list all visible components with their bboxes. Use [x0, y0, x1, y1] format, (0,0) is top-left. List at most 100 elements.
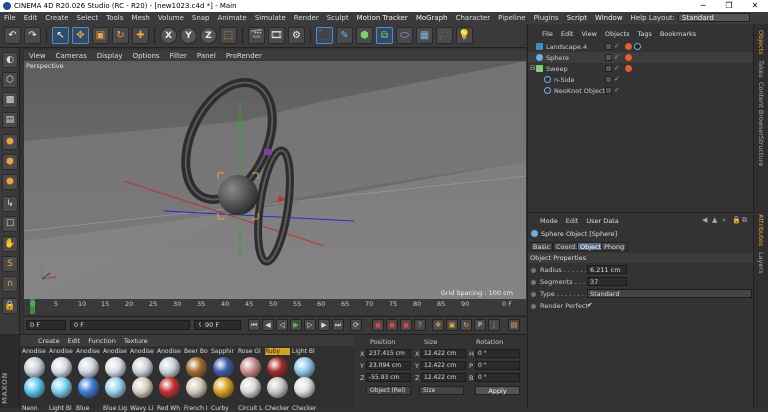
strip-tab-objects[interactable]: Objects — [757, 30, 765, 55]
deformer-icon[interactable]: ⬭ — [396, 27, 413, 44]
material-swatch[interactable] — [294, 377, 315, 398]
material-swatch[interactable] — [105, 357, 126, 378]
scale-key-icon[interactable]: ▣ — [446, 319, 458, 331]
object-row-sphere[interactable]: Sphere ✓ — [528, 52, 754, 63]
menu-snap[interactable]: Snap — [188, 14, 214, 22]
material-swatch[interactable] — [132, 377, 153, 398]
cube-icon[interactable]: ⬛ — [316, 27, 333, 44]
grid-key-icon[interactable]: ⋮ — [488, 319, 500, 331]
viewport-menu-cameras[interactable]: Cameras — [51, 52, 92, 60]
keyframe-dot[interactable] — [531, 280, 536, 285]
material-menu-function[interactable]: Function — [84, 337, 120, 345]
strip-tab-layers[interactable]: Layers — [757, 252, 765, 274]
timeline-ruler[interactable]: 0 5 10 15 20 25 30 35 40 45 50 55 60 65 … — [24, 299, 526, 315]
menu-pipeline[interactable]: Pipeline — [494, 14, 529, 22]
model-mode-icon[interactable]: ⬡ — [2, 72, 18, 88]
material-swatch[interactable] — [24, 377, 45, 398]
play-icon[interactable]: ▶ — [290, 319, 302, 331]
strip-tab-content-browser[interactable]: Content Browser — [757, 82, 765, 136]
type-dropdown[interactable]: Standard — [587, 289, 752, 298]
menu-tools[interactable]: Tools — [102, 14, 127, 22]
size-x-field[interactable]: 12.422 cm — [421, 349, 466, 358]
perspective-viewport[interactable]: Perspective Grid Spacing : 100 cm — [24, 61, 526, 299]
visibility-check-icon[interactable]: ✓ — [614, 75, 620, 83]
strip-tab-structure[interactable]: Structure — [757, 136, 765, 166]
points-mode-icon[interactable]: ⬢ — [2, 134, 18, 150]
solo-icon[interactable]: S — [2, 256, 18, 272]
menu-volume[interactable]: Volume — [154, 14, 188, 22]
make-editable-icon[interactable]: ◐ — [2, 52, 18, 68]
render-view-icon[interactable]: 🎬 — [248, 27, 265, 44]
attr-menu-edit[interactable]: Edit — [562, 217, 583, 225]
texture-mode-icon[interactable]: ▩ — [2, 92, 18, 108]
visibility-check-icon[interactable]: ✓ — [614, 53, 620, 61]
menu-file[interactable]: File — [0, 14, 20, 22]
rot-b-field[interactable]: 0 ° — [475, 373, 520, 382]
search-icon[interactable]: ⌕ — [722, 216, 726, 225]
enable-snap-icon[interactable]: ✋ — [2, 236, 18, 252]
objects-menu-file[interactable]: File — [538, 30, 557, 38]
material-menu-texture[interactable]: Texture — [120, 337, 152, 345]
workplane-icon[interactable]: ▤ — [2, 112, 18, 128]
viewport-menu-display[interactable]: Display — [92, 52, 128, 60]
rotate-key-icon[interactable]: ↻ — [460, 319, 472, 331]
back-arrow-icon[interactable]: ◀ — [702, 216, 707, 224]
menu-mograph[interactable]: MoGraph — [412, 14, 452, 22]
previous-keyframe-icon[interactable]: ◀ — [262, 319, 274, 331]
menu-script[interactable]: Script — [563, 14, 591, 22]
layer-flag[interactable] — [605, 54, 612, 61]
material-swatch[interactable] — [132, 357, 153, 378]
objects-menu-bookmarks[interactable]: Bookmarks — [656, 30, 700, 38]
material-swatch[interactable] — [78, 377, 99, 398]
object-row-sweep[interactable]: ⊟ Sweep ✓ — [528, 63, 754, 74]
material-swatch[interactable] — [159, 357, 180, 378]
autokey-icon[interactable]: ● — [386, 319, 398, 331]
z-axis-lock-icon[interactable]: Z — [200, 27, 217, 44]
menu-create[interactable]: Create — [41, 14, 72, 22]
attr-menu-user-data[interactable]: User Data — [582, 217, 622, 225]
pos-z-field[interactable]: -55.93 cm — [366, 373, 411, 382]
objects-menu-view[interactable]: View — [577, 30, 600, 38]
subdivision-icon[interactable]: ⬢ — [356, 27, 373, 44]
go-to-end-icon[interactable]: ⏭ — [332, 319, 344, 331]
up-arrow-icon[interactable]: ▲ — [712, 216, 717, 224]
visibility-check-icon[interactable]: ✓ — [614, 42, 620, 50]
render-settings-icon[interactable]: ⚙ — [288, 27, 305, 44]
live-selection-icon[interactable]: ✚ — [132, 27, 149, 44]
material-swatch[interactable] — [186, 357, 207, 378]
rot-h-field[interactable]: 0 ° — [475, 349, 520, 358]
size-mode-dropdown[interactable]: Size — [419, 386, 464, 395]
objects-menu-objects[interactable]: Objects — [601, 30, 634, 38]
move-icon[interactable]: ✥ — [72, 27, 89, 44]
tag-icon[interactable] — [625, 43, 632, 50]
start-frame-field[interactable]: 0 F — [26, 320, 66, 330]
record-icon[interactable]: ● — [372, 319, 384, 331]
axis-mode-icon[interactable]: ↳ — [2, 196, 18, 212]
material-swatch[interactable] — [105, 377, 126, 398]
strip-tab-takes[interactable]: Takes — [757, 60, 765, 78]
x-axis-lock-icon[interactable]: X — [160, 27, 177, 44]
menu-animate[interactable]: Animate — [214, 14, 251, 22]
camera-icon[interactable]: 🎥 — [436, 27, 453, 44]
segments-field[interactable]: 37 — [587, 277, 627, 286]
object-row-landscape[interactable]: Landscape.4 ✓ — [528, 41, 754, 52]
menu-help[interactable]: Help — [627, 14, 651, 22]
menu-mesh[interactable]: Mesh — [127, 14, 153, 22]
keyframe-dot[interactable] — [531, 268, 536, 273]
tweak-mode-icon[interactable]: ☐ — [2, 216, 18, 232]
rot-p-field[interactable]: 0 ° — [475, 361, 520, 370]
viewport-menu-filter[interactable]: Filter — [165, 52, 192, 60]
size-z-field[interactable]: 12.422 cm — [421, 373, 466, 382]
scale-icon[interactable]: ▣ — [92, 27, 109, 44]
magnet-icon[interactable]: ∩ — [2, 276, 18, 292]
rotate-icon[interactable]: ↻ — [112, 27, 129, 44]
material-menu-edit[interactable]: Edit — [64, 337, 85, 345]
tab-phong[interactable]: Phong — [601, 242, 628, 251]
end-frame-field[interactable]: 90 F — [201, 320, 241, 330]
go-to-start-icon[interactable]: ⏮ — [248, 319, 260, 331]
objects-menu-edit[interactable]: Edit — [557, 30, 578, 38]
move-key-icon[interactable]: ✥ — [432, 319, 444, 331]
viewport-menu-panel[interactable]: Panel — [192, 52, 221, 60]
material-swatch[interactable] — [240, 377, 261, 398]
floor-icon[interactable]: ▦ — [416, 27, 433, 44]
